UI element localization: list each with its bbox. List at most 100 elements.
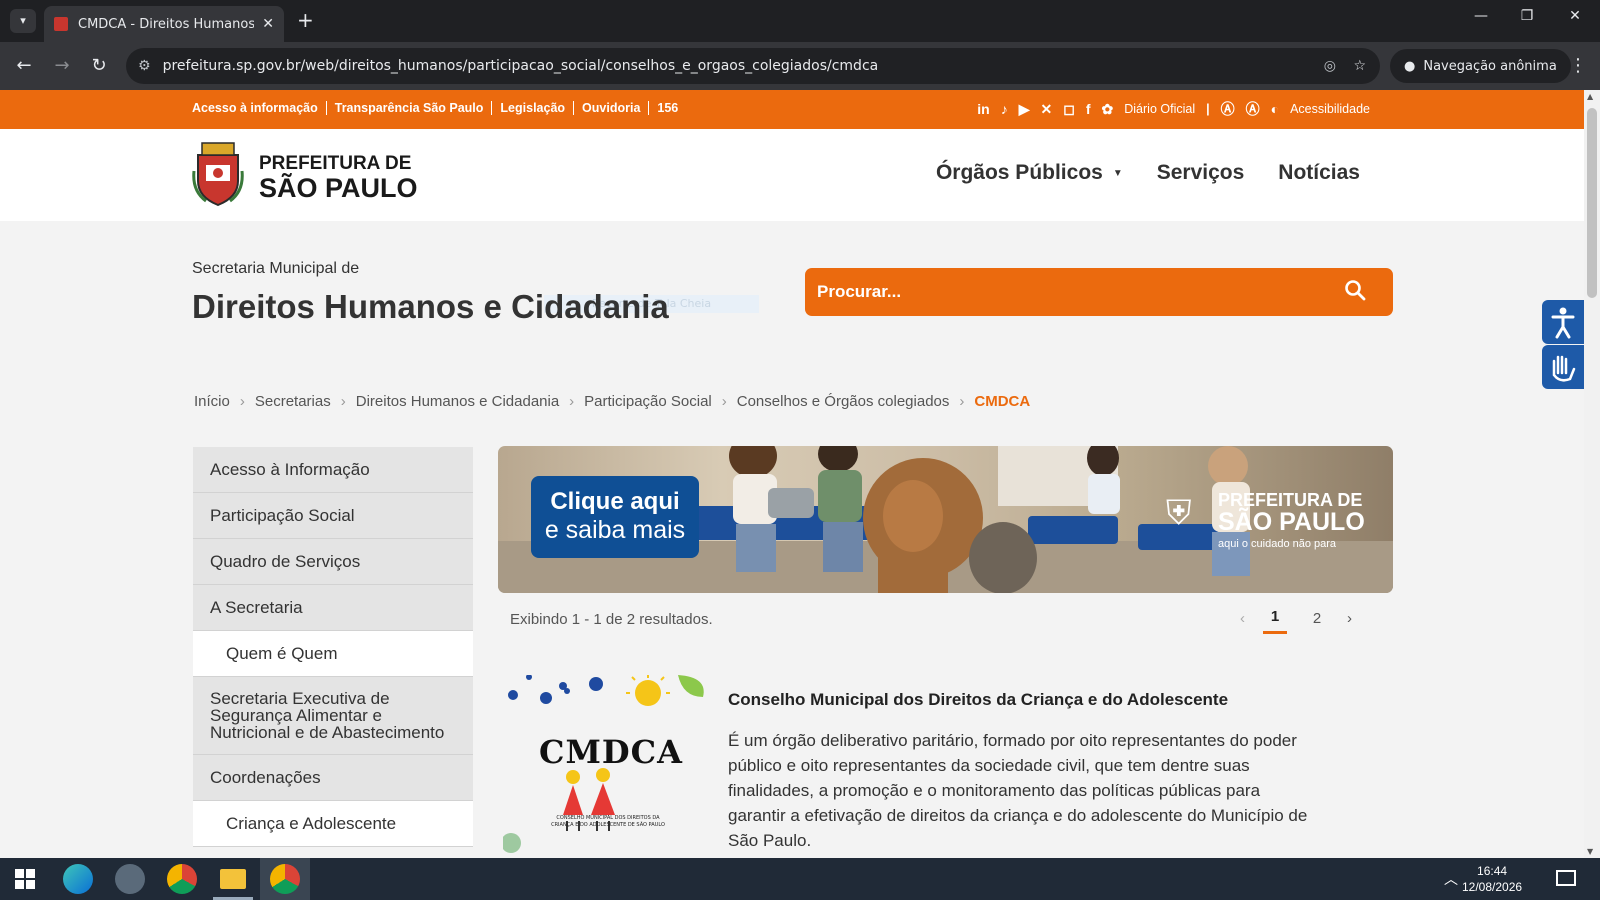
snipping-tool-taskbar-icon[interactable]: [115, 864, 145, 894]
sidebar-item-a-secretaria[interactable]: A Secretaria: [193, 585, 473, 631]
site-header: PREFEITURA DE SÃO PAULO Órgãos Públicos ▼…: [0, 129, 1584, 221]
banner-cta-line2: e saiba mais: [544, 516, 686, 544]
sidebar-menu: Acesso à Informação Participação Social …: [193, 447, 473, 847]
next-page-icon[interactable]: ›: [1347, 610, 1352, 633]
close-tab-icon[interactable]: ✕: [262, 16, 274, 32]
linkedin-icon[interactable]: in: [977, 101, 989, 117]
banner-crest-icon: ⛨: [1166, 494, 1192, 532]
scroll-down-arrow-icon[interactable]: ▼: [1587, 847, 1593, 856]
breadcrumb-inicio[interactable]: Início: [194, 393, 230, 410]
breadcrumb-sep-icon: ›: [340, 393, 346, 410]
link-ouvidoria[interactable]: Ouvidoria: [574, 101, 650, 115]
x-icon[interactable]: ✕: [1040, 101, 1052, 118]
browser-toolbar: ← → ↻ ⚙ prefeitura.sp.gov.br/web/direito…: [0, 42, 1600, 90]
font-increase-icon[interactable]: Ⓐ: [1246, 99, 1260, 119]
forward-button[interactable]: →: [50, 55, 74, 77]
link-acesso-informacao[interactable]: Acesso à informação: [192, 101, 327, 115]
scrollbar-thumb[interactable]: [1587, 108, 1597, 298]
sidebar-item-coordenacoes[interactable]: Coordenações: [193, 755, 473, 801]
nav-noticias[interactable]: Notícias: [1278, 161, 1360, 185]
back-button[interactable]: ←: [12, 55, 36, 77]
banner-cta[interactable]: Clique aqui e saiba mais: [531, 476, 699, 558]
accessibility-link[interactable]: Acessibilidade: [1290, 102, 1370, 116]
sign-language-widget-button[interactable]: [1542, 345, 1584, 389]
tab-search-button[interactable]: ▾: [10, 9, 36, 33]
facebook-icon[interactable]: f: [1086, 101, 1091, 117]
nav-servicos[interactable]: Serviços: [1157, 161, 1245, 185]
reload-button[interactable]: ↻: [87, 55, 111, 77]
edge-taskbar-icon[interactable]: [63, 864, 93, 894]
new-tab-button[interactable]: +: [297, 8, 314, 32]
article-body: É um órgão deliberativo paritário, forma…: [728, 731, 1308, 850]
url-text: prefeitura.sp.gov.br/web/direitos_humano…: [162, 58, 879, 74]
breadcrumb-conselhos[interactable]: Conselhos e Órgãos colegiados: [737, 393, 950, 410]
system-clock[interactable]: 16:44 12/08/2026: [1462, 863, 1522, 895]
cmdca-logo-caption: CONSELHO MUNICIPAL DOS DIREITOS DA CRIAN…: [551, 815, 665, 828]
accessibility-widget-button[interactable]: [1542, 300, 1584, 344]
browser-tab-active[interactable]: CMDCA - Direitos Humanos e C ✕: [44, 6, 284, 42]
close-window-button[interactable]: ✕: [1560, 8, 1590, 24]
restore-button[interactable]: ❐: [1512, 8, 1542, 24]
site-info-icon[interactable]: ⚙: [138, 58, 151, 74]
page-1[interactable]: 1: [1263, 608, 1287, 634]
youtube-icon[interactable]: ▶: [1019, 101, 1030, 118]
page-scrollbar[interactable]: ▲ ▼: [1584, 90, 1600, 858]
city-crest-icon[interactable]: [192, 141, 244, 207]
incognito-indicator[interactable]: ● Navegação anônima: [1390, 49, 1571, 83]
divider: |: [1206, 102, 1210, 116]
promo-banner[interactable]: Clique aqui e saiba mais ⛨ PREFEITURA DE…: [498, 446, 1393, 593]
contrast-icon[interactable]: ◐: [1271, 101, 1279, 117]
sidebar-item-quem-e-quem[interactable]: Quem é Quem: [193, 631, 473, 677]
breadcrumb-direitos-humanos[interactable]: Direitos Humanos e Cidadania: [356, 393, 559, 410]
chrome-taskbar-icon[interactable]: [167, 864, 197, 894]
breadcrumb-current: CMDCA: [974, 393, 1031, 410]
link-transparencia[interactable]: Transparência São Paulo: [327, 101, 493, 115]
menu-kebab-icon[interactable]: ⋮: [1566, 55, 1590, 77]
diario-oficial-link[interactable]: Diário Oficial: [1124, 102, 1195, 116]
breadcrumb-sep-icon: ›: [239, 393, 245, 410]
breadcrumb-participacao-social[interactable]: Participação Social: [584, 393, 712, 410]
windows-taskbar: ︿ 16:44 12/08/2026: [0, 858, 1600, 900]
incognito-label: Navegação anônima: [1423, 58, 1557, 74]
scroll-up-arrow-icon[interactable]: ▲: [1587, 92, 1593, 101]
font-decrease-icon[interactable]: Ⓐ: [1221, 99, 1235, 119]
section-subtitle: Secretaria Municipal de: [192, 260, 360, 277]
bookmark-star-icon[interactable]: ☆: [1353, 58, 1366, 74]
article-title[interactable]: Conselho Municipal dos Direitos da Crian…: [728, 690, 1228, 710]
flickr-icon[interactable]: ✿: [1102, 101, 1114, 118]
utility-bar: Acesso à informação Transparência São Pa…: [0, 90, 1584, 129]
link-156[interactable]: 156: [649, 101, 686, 115]
clock-time: 16:44: [1477, 864, 1508, 878]
tray-chevron-icon[interactable]: ︿: [1444, 869, 1458, 889]
tiktok-icon[interactable]: ♪: [1001, 101, 1008, 117]
chrome-incognito-taskbar-button[interactable]: [260, 858, 310, 900]
search-input[interactable]: Procurar...: [805, 268, 1393, 316]
site-logo-text[interactable]: PREFEITURA DE SÃO PAULO: [259, 151, 418, 202]
sidebar-item-crianca-adolescente[interactable]: Criança e Adolescente: [193, 801, 473, 847]
search-icon[interactable]: [1343, 278, 1367, 302]
banner-cta-line1: Clique aqui: [550, 488, 680, 515]
prev-page-icon[interactable]: ‹: [1240, 610, 1245, 633]
chevron-down-icon: ▼: [1112, 167, 1123, 179]
sidebar-item-participacao-social[interactable]: Participação Social: [193, 493, 473, 539]
notification-center-icon[interactable]: [1556, 870, 1576, 886]
link-legislacao[interactable]: Legislação: [492, 101, 575, 115]
main-nav: Órgãos Públicos ▼ Serviços Notícias: [936, 161, 1360, 185]
instagram-icon[interactable]: ◻: [1063, 101, 1075, 118]
utility-right: in ♪ ▶ ✕ ◻ f ✿ Diário Oficial | Ⓐ Ⓐ ◐ Ac…: [977, 99, 1370, 119]
tracking-off-icon[interactable]: ◎: [1324, 58, 1336, 74]
sidebar-item-seguranca-alimentar[interactable]: Secretaria Executiva de Segurança Alimen…: [193, 677, 473, 755]
address-bar[interactable]: ⚙ prefeitura.sp.gov.br/web/direitos_huma…: [126, 48, 1380, 84]
accessibility-person-icon: [1551, 307, 1575, 339]
results-count: Exibindo 1 - 1 de 2 resultados.: [510, 611, 713, 628]
sidebar-item-acesso-informacao[interactable]: Acesso à Informação: [193, 447, 473, 493]
windows-start-icon[interactable]: [15, 869, 35, 889]
minimize-button[interactable]: —: [1466, 8, 1496, 24]
nav-orgaos-publicos[interactable]: Órgãos Públicos ▼: [936, 161, 1123, 185]
sidebar-item-quadro-servicos[interactable]: Quadro de Serviços: [193, 539, 473, 585]
page-2[interactable]: 2: [1305, 610, 1329, 633]
cmdca-logo[interactable]: CMDCA CONSELHO MUNICIPAL DOS DIREITOS DA…: [503, 675, 708, 855]
breadcrumb-secretarias[interactable]: Secretarias: [255, 393, 331, 410]
utility-links: Acesso à informação Transparência São Pa…: [192, 101, 686, 115]
file-explorer-taskbar-icon[interactable]: [220, 869, 246, 889]
